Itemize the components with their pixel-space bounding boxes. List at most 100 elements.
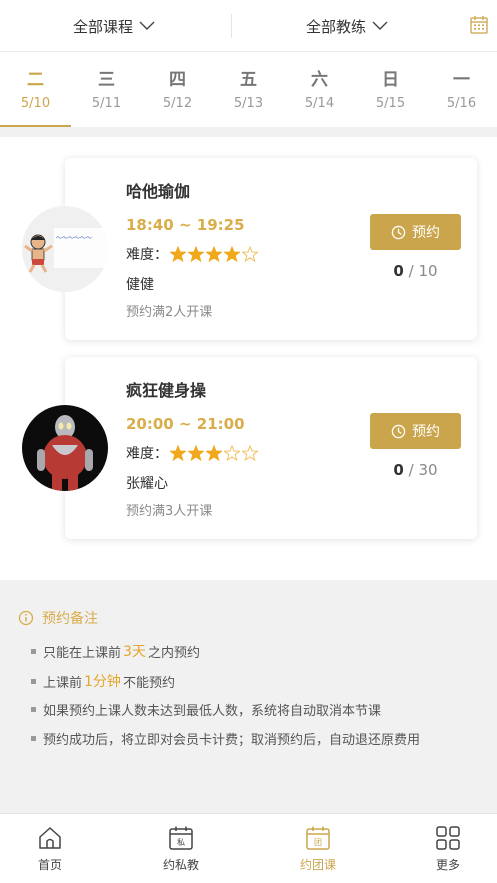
day-tab-weekday: 三 xyxy=(98,70,115,90)
day-tab-date: 5/11 xyxy=(91,96,122,111)
booking-notes: 预约备注 只能在上课前 3天 之内预约 上课前 1分钟 不能预约 如果预约上课人… xyxy=(0,580,497,813)
chevron-down-icon xyxy=(372,17,388,35)
day-tab-weekday: 日 xyxy=(382,70,399,90)
page: 全部课程 全部教练 二 5/10 三 5/11 四 5/12 五 5/13 六 … xyxy=(0,0,497,883)
coach-filter-dropdown[interactable]: 全部教练 xyxy=(306,0,388,52)
section-divider xyxy=(0,127,497,137)
course-image: ～～～～～～ xyxy=(22,206,108,292)
note-text: 上课前 xyxy=(43,675,83,691)
day-tab-weekday: 二 xyxy=(27,70,44,90)
filter-divider xyxy=(231,14,232,38)
capacity-count: / 10 xyxy=(408,262,438,280)
notes-title: 预约备注 xyxy=(42,611,98,627)
day-tab-date: 5/16 xyxy=(446,96,477,111)
course-title: 哈他瑜伽 xyxy=(126,182,191,201)
book-button[interactable]: 预约 xyxy=(370,214,461,250)
nav-home[interactable]: 首页 xyxy=(0,814,100,883)
book-button[interactable]: 预约 xyxy=(370,413,461,449)
day-tab-1[interactable]: 三 5/11 xyxy=(71,53,142,127)
star-filled-icon xyxy=(206,246,222,262)
nav-private-coach[interactable]: 私 约私教 xyxy=(131,814,231,883)
day-tab-date: 5/10 xyxy=(20,96,51,111)
note-text: 不能预约 xyxy=(122,675,175,691)
svg-text:团: 团 xyxy=(314,838,322,847)
note-text: 预约成功后，将立即对会员卡计费；取消预约后，自动退还原费用 xyxy=(43,733,421,748)
bullet xyxy=(31,707,36,712)
course-filter-dropdown[interactable]: 全部课程 xyxy=(73,0,155,52)
grid-icon xyxy=(435,825,461,851)
star-empty-icon xyxy=(224,445,240,461)
chevron-down-icon xyxy=(139,17,155,35)
day-tab-weekday: 六 xyxy=(311,70,328,90)
clock-icon xyxy=(391,424,406,438)
course-card[interactable]: 疯狂健身操 20:00 ~ 21:00 难度： 张耀心 预约满3人开课 预约 0… xyxy=(65,357,477,539)
filter-bar: 全部课程 全部教练 xyxy=(0,0,497,52)
bullet xyxy=(31,648,36,654)
day-tab-4[interactable]: 六 5/14 xyxy=(284,53,355,127)
day-tab-date: 5/12 xyxy=(162,96,193,111)
bullet xyxy=(31,678,36,684)
booking-count: 0 / 10 xyxy=(370,262,461,280)
note-text: 只能在上课前 xyxy=(43,645,122,661)
star-filled-icon xyxy=(206,445,222,461)
difficulty-stars xyxy=(170,246,260,262)
note-text: 如果预约上课人数未达到最低人数，系统将自动取消本节课 xyxy=(43,704,382,719)
course-filter-label: 全部课程 xyxy=(73,17,134,36)
star-empty-icon xyxy=(242,445,258,461)
day-tab-weekday: 五 xyxy=(240,70,257,90)
note-item: 如果预约上课人数未达到最低人数，系统将自动取消本节课 xyxy=(31,700,381,719)
star-empty-icon xyxy=(242,246,258,262)
booked-count: 0 xyxy=(393,262,404,280)
group-calendar-icon: 团 xyxy=(305,825,331,851)
nav-label: 首页 xyxy=(37,858,62,872)
note-highlight: 1分钟 xyxy=(84,674,121,690)
note-text: 之内预约 xyxy=(147,645,200,661)
svg-text:私: 私 xyxy=(177,838,185,847)
min-enrollment-note: 预约满3人开课 xyxy=(126,504,213,519)
course-image xyxy=(22,405,108,491)
calendar-icon[interactable] xyxy=(469,15,489,35)
coach-filter-label: 全部教练 xyxy=(306,17,367,36)
course-time: 18:40 ~ 19:25 xyxy=(126,216,245,234)
clock-icon xyxy=(391,225,406,239)
day-tab-2[interactable]: 四 5/12 xyxy=(142,53,213,127)
course-difficulty: 难度： xyxy=(126,244,260,264)
nav-label: 更多 xyxy=(435,858,460,872)
day-tabs: 二 5/10 三 5/11 四 5/12 五 5/13 六 5/14 日 5/1… xyxy=(0,53,497,127)
note-highlight: 3天 xyxy=(123,644,146,660)
star-filled-icon xyxy=(170,445,186,461)
nav-group-class[interactable]: 团 约团课 xyxy=(268,814,368,883)
bullet xyxy=(31,736,36,741)
course-difficulty: 难度： xyxy=(126,443,260,463)
difficulty-label: 难度： xyxy=(126,446,168,462)
star-filled-icon xyxy=(188,246,204,262)
bottom-nav: 首页 私 约私教 团 约团课 更多 xyxy=(0,813,497,883)
day-tab-weekday: 一 xyxy=(453,70,470,90)
difficulty-label: 难度： xyxy=(126,247,168,263)
note-item: 只能在上课前 3天 之内预约 xyxy=(31,641,200,661)
day-tab-date: 5/14 xyxy=(304,96,335,111)
star-filled-icon xyxy=(188,445,204,461)
svg-text:～～～～～～: ～～～～～～ xyxy=(56,235,92,242)
course-card[interactable]: 哈他瑜伽 18:40 ~ 19:25 难度： 健健 预约满2人开课 预约 0 /… xyxy=(65,158,477,340)
note-item: 上课前 1分钟 不能预约 xyxy=(31,671,175,691)
star-filled-icon xyxy=(224,246,240,262)
day-tab-3[interactable]: 五 5/13 xyxy=(213,53,284,127)
day-tab-5[interactable]: 日 5/15 xyxy=(355,53,426,127)
course-title: 疯狂健身操 xyxy=(126,381,207,400)
home-icon xyxy=(37,825,63,851)
coach-name: 健健 xyxy=(126,277,154,293)
difficulty-stars xyxy=(170,445,260,461)
info-icon xyxy=(18,610,34,626)
book-button-label: 预约 xyxy=(412,225,440,241)
booking-count: 0 / 30 xyxy=(370,461,461,479)
notes-header: 预约备注 xyxy=(18,608,98,628)
day-tab-date: 5/15 xyxy=(375,96,406,111)
capacity-count: / 30 xyxy=(408,461,438,479)
day-tab-0[interactable]: 二 5/10 xyxy=(0,53,71,127)
book-button-label: 预约 xyxy=(412,424,440,440)
nav-more[interactable]: 更多 xyxy=(398,814,497,883)
coach-name: 张耀心 xyxy=(126,476,168,492)
day-tab-6[interactable]: 一 5/16 xyxy=(426,53,497,127)
nav-label: 约私教 xyxy=(162,858,199,872)
